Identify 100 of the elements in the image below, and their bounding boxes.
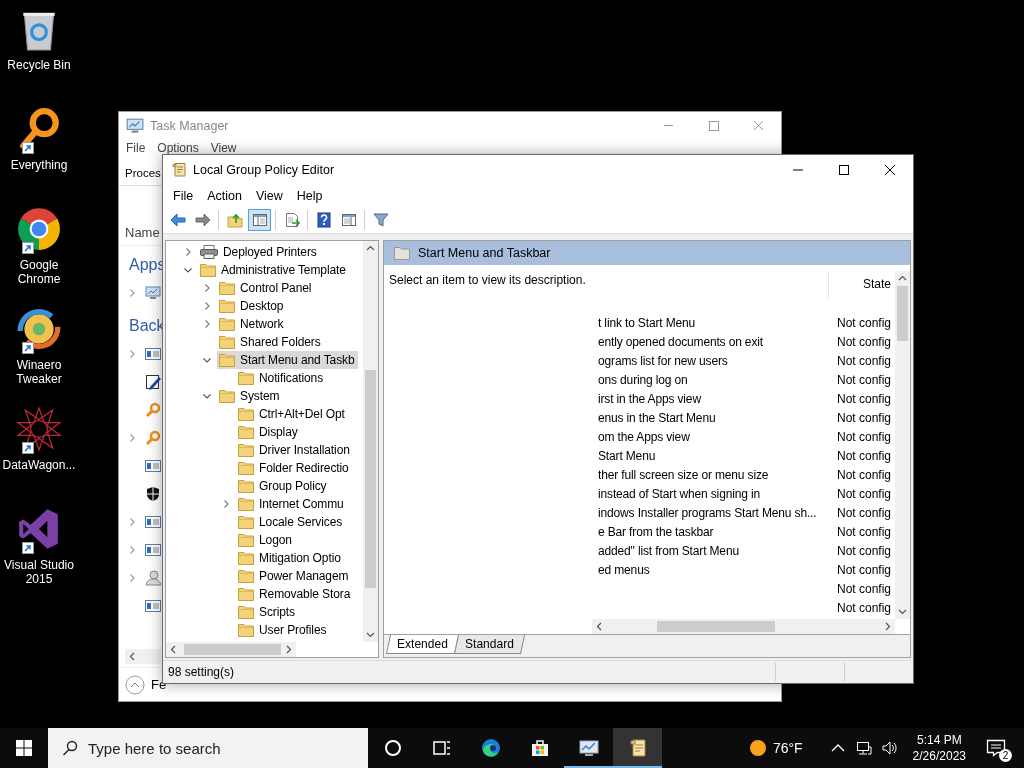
vertical-scrollbar[interactable] <box>363 241 378 642</box>
window-icon <box>145 458 161 474</box>
chevron-right-icon[interactable] <box>128 546 136 554</box>
column-header[interactable]: State <box>829 271 895 299</box>
menu-item[interactable]: Help <box>289 189 330 203</box>
scroll-icon <box>627 738 648 758</box>
desktop-icon[interactable]: Google Chrome <box>0 200 78 300</box>
volume-icon[interactable] <box>881 740 898 756</box>
table-cell-text: Not config <box>836 524 893 539</box>
chevron-right-icon[interactable] <box>128 289 136 297</box>
chevron-down-icon[interactable] <box>184 266 192 274</box>
chevron-right-icon[interactable] <box>184 248 192 256</box>
swirl-logo-icon <box>480 738 501 758</box>
tree-item[interactable]: Scripts <box>236 603 298 621</box>
desktop-icon[interactable]: Recycle Bin <box>0 0 78 100</box>
scrollbar-thumb[interactable] <box>184 644 281 655</box>
chevron-right-icon[interactable] <box>222 500 230 508</box>
tree-item[interactable]: Control Panel <box>217 279 315 297</box>
tree-item[interactable]: Desktop <box>217 297 287 315</box>
chevron-right-icon[interactable] <box>128 350 136 358</box>
folder-arrow-icon <box>226 212 243 228</box>
chevron-right-icon[interactable] <box>128 574 136 582</box>
weather-text[interactable]: 76°F <box>772 740 803 756</box>
folder-icon <box>238 443 254 457</box>
scroll-icon <box>171 162 187 178</box>
tree-item[interactable]: Mitigation Optio <box>236 549 344 567</box>
desktop-icon[interactable]: DataWagon... <box>0 400 78 500</box>
tree-item[interactable]: Logon <box>236 531 295 549</box>
taskbar-button[interactable] <box>613 728 662 768</box>
scrollbar-thumb[interactable] <box>657 621 775 632</box>
clock-time[interactable]: 5:14 PM <box>916 732 962 748</box>
maximize-icon <box>838 164 850 176</box>
chevron-right-icon[interactable] <box>203 302 211 310</box>
printer-icon <box>200 245 218 259</box>
tree-item[interactable]: Locale Services <box>236 513 346 531</box>
chevron-right-icon[interactable] <box>128 518 136 526</box>
tree-item[interactable]: Start Menu and Taskb <box>217 351 358 369</box>
menu-item[interactable]: Options <box>151 141 205 155</box>
tree-item[interactable]: Deployed Printers <box>198 243 320 261</box>
show-tree-button[interactable] <box>248 209 271 231</box>
network-icon[interactable] <box>855 740 872 756</box>
tree-item[interactable]: Folder Redirectio <box>236 459 352 477</box>
table-cell-text: Not config <box>836 505 893 520</box>
chevron-down-icon[interactable] <box>203 392 211 400</box>
tree-item[interactable]: Group Policy <box>236 477 330 495</box>
maximize-icon <box>707 119 720 132</box>
menu-item[interactable]: File <box>120 141 152 155</box>
chevron-right-icon[interactable] <box>128 434 136 442</box>
tab[interactable]: Extended <box>386 635 459 654</box>
chevron-right-icon[interactable] <box>203 284 211 292</box>
clock-date[interactable]: 2/26/2023 <box>912 748 966 764</box>
table-cell-text: instead of Start when signing in <box>597 486 761 501</box>
scrollbar-thumb[interactable] <box>897 286 908 341</box>
chevron-up-circle-icon[interactable] <box>125 674 145 695</box>
scrollbar-thumb[interactable] <box>365 370 376 588</box>
tree-item[interactable]: Driver Installation <box>236 441 353 459</box>
column-header[interactable]: Name <box>125 225 160 240</box>
search-field[interactable]: Type here to search <box>48 728 368 768</box>
window-icon <box>145 598 161 614</box>
tree-item[interactable]: Ctrl+Alt+Del Opt <box>236 405 348 423</box>
tree-item[interactable]: Internet Commu <box>236 495 347 513</box>
tree-item[interactable]: Display <box>236 423 301 441</box>
tab[interactable]: Proces <box>125 167 161 179</box>
folder-icon <box>238 407 254 421</box>
vertical-scrollbar[interactable] <box>895 271 910 619</box>
tab[interactable]: Standard <box>453 635 525 654</box>
menu-item[interactable]: View <box>204 141 243 155</box>
desktop-icon[interactable]: Everything <box>0 100 78 200</box>
menu-item[interactable]: View <box>248 189 290 203</box>
folder-icon <box>219 335 235 349</box>
chevron-down-icon[interactable] <box>203 356 211 364</box>
close-icon <box>884 164 896 176</box>
table-cell-text: Not config <box>836 410 893 425</box>
folder-icon <box>238 461 254 475</box>
tree-item[interactable]: Notifications <box>236 369 327 387</box>
tree-item[interactable]: Power Managem <box>236 567 352 585</box>
tree-item[interactable]: System <box>217 387 283 405</box>
tree-item[interactable]: User Profiles <box>236 621 330 639</box>
folder-icon <box>238 497 254 511</box>
close-icon <box>752 119 765 132</box>
desktop-icon[interactable]: Visual Studio 2015 <box>0 500 78 600</box>
tree-item[interactable]: Removable Stora <box>236 585 354 603</box>
table-cell-text: enus in the Start Menu <box>597 410 717 425</box>
menu-item[interactable]: File <box>166 189 201 203</box>
tree-item[interactable]: Shared Folders <box>217 333 324 351</box>
table-cell-text: e Bar from the taskbar <box>597 524 715 539</box>
desktop-icon[interactable]: Winaero Tweaker <box>0 300 78 400</box>
folder-icon <box>219 281 235 295</box>
horizontal-scrollbar[interactable] <box>125 649 161 664</box>
tree-item[interactable]: Network <box>217 315 287 333</box>
sun-icon[interactable] <box>748 739 767 757</box>
monitor-chart-icon <box>126 116 144 135</box>
table-cell-text: irst in the Apps view <box>597 391 702 406</box>
horizontal-scrollbar[interactable] <box>166 642 296 657</box>
table-cell-text: Not config <box>836 315 893 330</box>
notification-icon[interactable] <box>986 739 1006 757</box>
tree-item[interactable]: Administrative Template <box>198 261 349 279</box>
menu-item[interactable]: Action <box>200 189 249 203</box>
horizontal-scrollbar[interactable] <box>592 619 895 634</box>
chevron-right-icon[interactable] <box>203 320 211 328</box>
